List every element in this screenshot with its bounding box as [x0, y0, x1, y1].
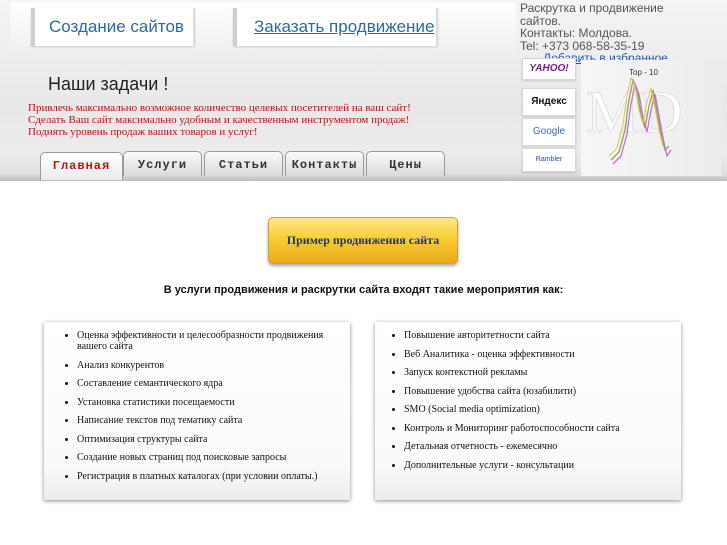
- google-logo: Google: [522, 118, 576, 146]
- list-item: Оптимизация структуры сайта: [77, 434, 350, 445]
- tasks-list: Привлечь максимально возможное количеств…: [28, 102, 411, 138]
- task-line: Поднять уровень продаж ваших товаров и у…: [28, 126, 258, 138]
- tab-articles-label: Статьи: [218, 158, 269, 172]
- promotion-example-button[interactable]: Пример продвижения сайта: [268, 217, 458, 264]
- services-list-left: Оценка эффективности и целесообразности …: [44, 322, 350, 482]
- tab-prices[interactable]: Цены: [366, 151, 445, 176]
- tasks-title: Наши задачи !: [48, 74, 169, 94]
- top-ten-graph: Top - 10 MD: [581, 60, 721, 176]
- list-item: Установка статистики посещаемости: [77, 397, 350, 408]
- graph-lines-icon: MD: [586, 76, 683, 165]
- tab-services[interactable]: Услуги: [123, 151, 202, 176]
- list-item: Анализ конкурентов: [77, 360, 350, 371]
- tab-home[interactable]: Главная: [40, 152, 123, 180]
- list-item: Повышение удобства сайта (юзабилити): [404, 386, 681, 397]
- tab-home-label: Главная: [52, 159, 111, 173]
- list-item: Веб Аналитика - оценка эффективности: [404, 349, 681, 360]
- list-item: Запуск контекстной рекламы: [404, 367, 681, 378]
- list-item: Составление семантического ядра: [77, 378, 350, 389]
- contact-info: Раскрутка и продвижение сайтов. Контакты…: [520, 2, 720, 65]
- services-list-right: Повышение авторитетности сайта Веб Анали…: [375, 322, 681, 471]
- rambler-logo: Rambler: [522, 148, 576, 172]
- list-item: Дополнительные услуги - консультации: [404, 460, 681, 471]
- list-item: Написание текстов под тематику сайта: [77, 415, 350, 426]
- nav-box-create-sites: Создание сайтов: [31, 8, 195, 46]
- yahoo-logo: YAHOO!: [522, 58, 576, 80]
- order-promotion-link[interactable]: Заказать продвижение: [237, 8, 436, 46]
- task-line: Сделать Ваш сайт максимально удобным и к…: [28, 114, 410, 126]
- list-item: Детальная отчетность - ежемесячно: [404, 441, 681, 452]
- list-item: Оценка эффективности и целесообразности …: [77, 330, 350, 352]
- services-panel-right: Повышение авторитетности сайта Веб Анали…: [375, 322, 681, 500]
- list-item: Создание новых страниц под поисковые зап…: [77, 452, 350, 463]
- nav-box-order-promotion: Заказать продвижение: [233, 8, 438, 46]
- list-item: Регистрация в платных каталогах (при усл…: [77, 471, 350, 482]
- services-panel-left: Оценка эффективности и целесообразности …: [44, 322, 350, 500]
- contact-line: Контакты: Молдова.: [520, 26, 632, 40]
- tab-articles[interactable]: Статьи: [204, 151, 283, 176]
- list-item: Контроль и Мониторинг работоспособности …: [404, 423, 681, 434]
- tab-contacts-label: Контакты: [291, 158, 358, 172]
- tab-contacts[interactable]: Контакты: [285, 151, 364, 176]
- services-subtitle: В услуги продвижения и раскрутки сайта в…: [163, 284, 564, 296]
- create-sites-link[interactable]: Создание сайтов: [35, 8, 193, 46]
- tab-prices-label: Цены: [389, 158, 422, 172]
- list-item: Повышение авторитетности сайта: [404, 330, 681, 341]
- yandex-logo: Яндекс: [522, 88, 576, 116]
- contact-line: Раскрутка и продвижение: [520, 1, 664, 15]
- list-item: SMO (Social media optimization): [404, 404, 681, 415]
- task-line: Привлечь максимально возможное количеств…: [28, 102, 411, 114]
- tab-services-label: Услуги: [137, 158, 188, 172]
